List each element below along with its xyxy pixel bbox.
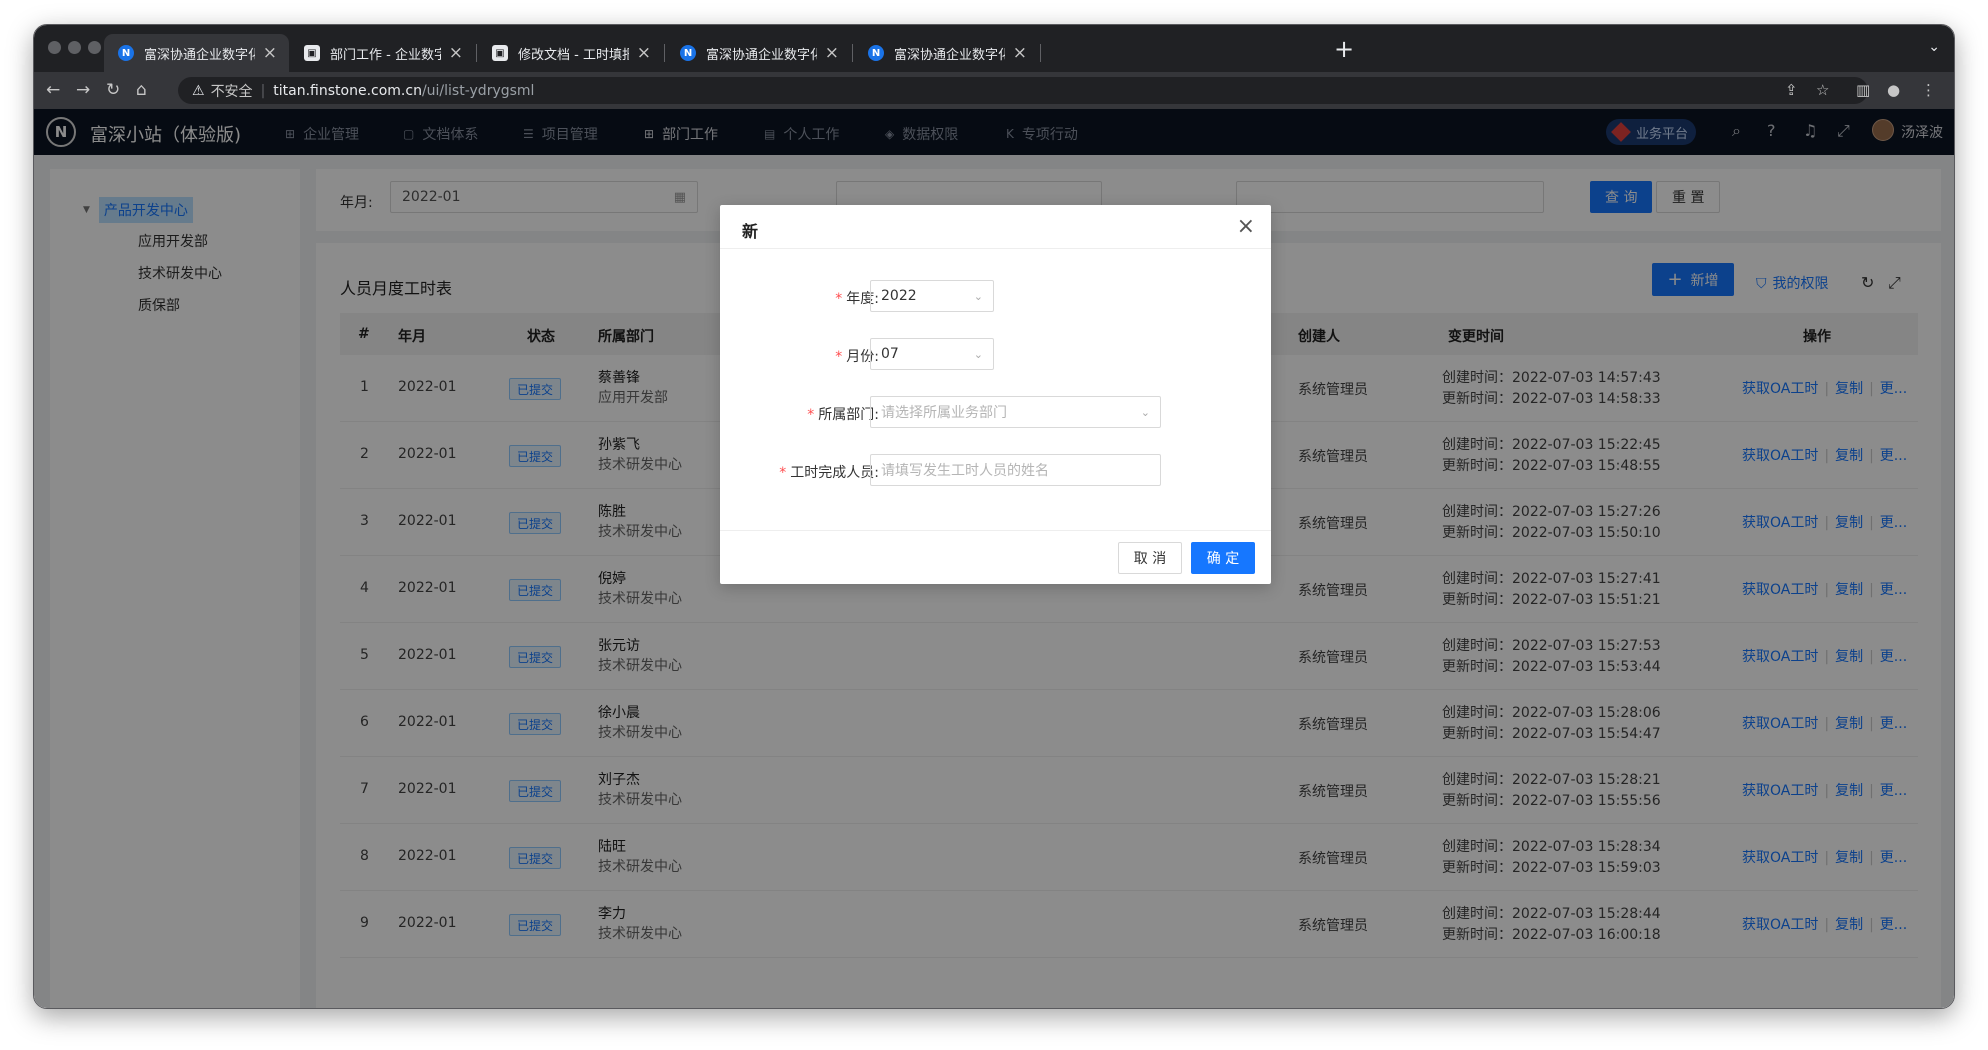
new-record-dialog: 新 × * 年度: 2022 ⌄ * 月份: 07 ⌄ * 所属部门: 请选择所属业务…: [720, 205, 1271, 584]
tab-title: 修改文档 - 工时填报 - 在线文档: [518, 47, 629, 63]
dept-label: * 所属部门:: [807, 407, 879, 423]
tab-search-chevron-icon[interactable]: ⌄: [1928, 39, 1940, 55]
tab-favicon-icon: N: [868, 45, 884, 61]
tab-title: 富深协通企业数字化平台: [144, 47, 255, 63]
address-bar[interactable]: ⚠ 不安全 | titan.finstone.com.cn /ui/list-y…: [178, 77, 1868, 104]
year-value: 2022: [881, 288, 917, 304]
browser-tab[interactable]: ▣ 部门工作 - 企业数字化平台操作手 ×: [290, 34, 475, 72]
dialog-footer: 取 消 确 定: [720, 530, 1271, 584]
profile-icon[interactable]: ●: [1887, 81, 1900, 99]
close-tab-icon[interactable]: ×: [1013, 43, 1027, 63]
warning-icon: ⚠: [192, 82, 205, 99]
url-path: /ui/list-ydrygsml: [421, 82, 535, 99]
close-tab-icon[interactable]: ×: [825, 43, 839, 63]
more-menu-icon[interactable]: ⋮: [1921, 81, 1936, 99]
side-panel-icon[interactable]: ▥: [1856, 81, 1870, 99]
tab-divider: [1040, 44, 1041, 62]
forward-icon[interactable]: →: [76, 80, 90, 100]
year-select[interactable]: 2022 ⌄: [870, 280, 994, 312]
tab-divider: [476, 44, 477, 62]
reload-icon[interactable]: ↻: [106, 80, 120, 100]
close-tab-icon[interactable]: ×: [449, 43, 463, 63]
zoom-window-light[interactable]: [88, 41, 101, 54]
browser-tab[interactable]: N 富深协通企业数字化平台 ×: [854, 34, 1039, 72]
tab-strip: N 富深协通企业数字化平台 × ▣ 部门工作 - 企业数字化平台操作手 × ▣ …: [34, 25, 1954, 72]
dept-placeholder: 请选择所属业务部门: [881, 405, 1007, 421]
new-tab-icon[interactable]: +: [1334, 35, 1354, 63]
chevron-down-icon: ⌄: [973, 289, 983, 303]
security-label: 不安全: [210, 83, 253, 100]
month-select[interactable]: 07 ⌄: [870, 338, 994, 370]
tab-favicon-icon: ▣: [304, 45, 320, 61]
month-value: 07: [881, 346, 899, 362]
tab-divider: [852, 44, 853, 62]
tab-title: 富深协通企业数字化平台: [706, 47, 817, 63]
address-bar-row: ← → ↻ ⌂ ⚠ 不安全 | titan.finstone.com.cn /u…: [34, 72, 1954, 109]
browser-tab[interactable]: ▣ 修改文档 - 工时填报 - 在线文档 ×: [478, 34, 663, 72]
back-icon[interactable]: ←: [46, 80, 60, 100]
close-icon[interactable]: ×: [1237, 214, 1255, 239]
confirm-button[interactable]: 确 定: [1191, 542, 1255, 574]
home-icon[interactable]: ⌂: [136, 80, 147, 100]
address-divider: |: [260, 82, 266, 99]
dialog-title: 新: [742, 222, 759, 241]
browser-window: N 富深协通企业数字化平台 × ▣ 部门工作 - 企业数字化平台操作手 × ▣ …: [33, 24, 1955, 1009]
chevron-down-icon: ⌄: [1140, 405, 1150, 419]
dialog-header: 新 ×: [720, 205, 1271, 249]
tab-favicon-icon: ▣: [492, 45, 508, 61]
browser-tab[interactable]: N 富深协通企业数字化平台 ×: [104, 34, 289, 72]
dept-select[interactable]: 请选择所属业务部门 ⌄: [870, 396, 1161, 428]
minimize-window-light[interactable]: [68, 41, 81, 54]
person-label: * 工时完成人员:: [779, 465, 879, 481]
chevron-down-icon: ⌄: [973, 347, 983, 361]
tab-favicon-icon: N: [118, 45, 134, 61]
browser-tab[interactable]: N 富深协通企业数字化平台 ×: [666, 34, 851, 72]
bookmark-star-icon[interactable]: ☆: [1816, 81, 1829, 99]
tab-favicon-icon: N: [680, 45, 696, 61]
close-tab-icon[interactable]: ×: [263, 43, 277, 63]
close-window-light[interactable]: [48, 41, 61, 54]
cancel-button[interactable]: 取 消: [1118, 542, 1182, 574]
tab-title: 富深协通企业数字化平台: [894, 47, 1005, 63]
share-icon[interactable]: ⇪: [1785, 81, 1798, 99]
tab-divider: [664, 44, 665, 62]
person-input[interactable]: 请填写发生工时人员的姓名: [870, 454, 1161, 486]
person-placeholder: 请填写发生工时人员的姓名: [881, 463, 1049, 479]
close-tab-icon[interactable]: ×: [637, 43, 651, 63]
url-host: titan.finstone.com.cn: [273, 82, 422, 99]
tab-title: 部门工作 - 企业数字化平台操作手: [330, 47, 441, 63]
